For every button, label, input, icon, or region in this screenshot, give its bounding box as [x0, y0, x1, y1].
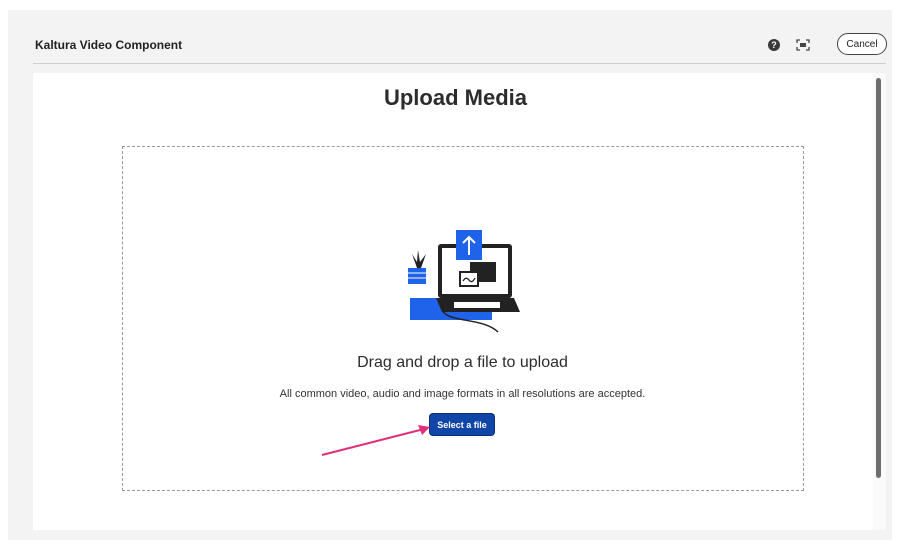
drop-subtext: All common video, audio and image format… [279, 388, 646, 400]
svg-text:?: ? [771, 40, 777, 50]
scrollbar-thumb[interactable] [876, 78, 881, 478]
question-circle-icon[interactable]: ? [768, 39, 780, 51]
dialog-frame: Kaltura Video Component ? Cancel Upload … [8, 10, 892, 540]
page-title: Upload Media [383, 85, 527, 110]
file-drop-zone[interactable]: Drag and drop a file to upload All commo… [122, 146, 804, 491]
upload-panel: Upload Media Drag and drop a file to upl… [33, 73, 886, 530]
fullscreen-icon[interactable] [796, 39, 810, 51]
header-divider [33, 63, 886, 64]
app-title: Kaltura Video Component [35, 38, 183, 52]
scrollbar[interactable] [873, 73, 886, 530]
drop-heading: Drag and drop a file to upload [357, 354, 568, 371]
dialog-header: Kaltura Video Component ? Cancel [8, 10, 892, 65]
pointer-arrow-annotation [321, 425, 430, 456]
select-file-button[interactable]: Select a file [430, 414, 494, 435]
laptop-upload-illustration [408, 230, 520, 333]
cancel-button[interactable]: Cancel [837, 33, 887, 55]
